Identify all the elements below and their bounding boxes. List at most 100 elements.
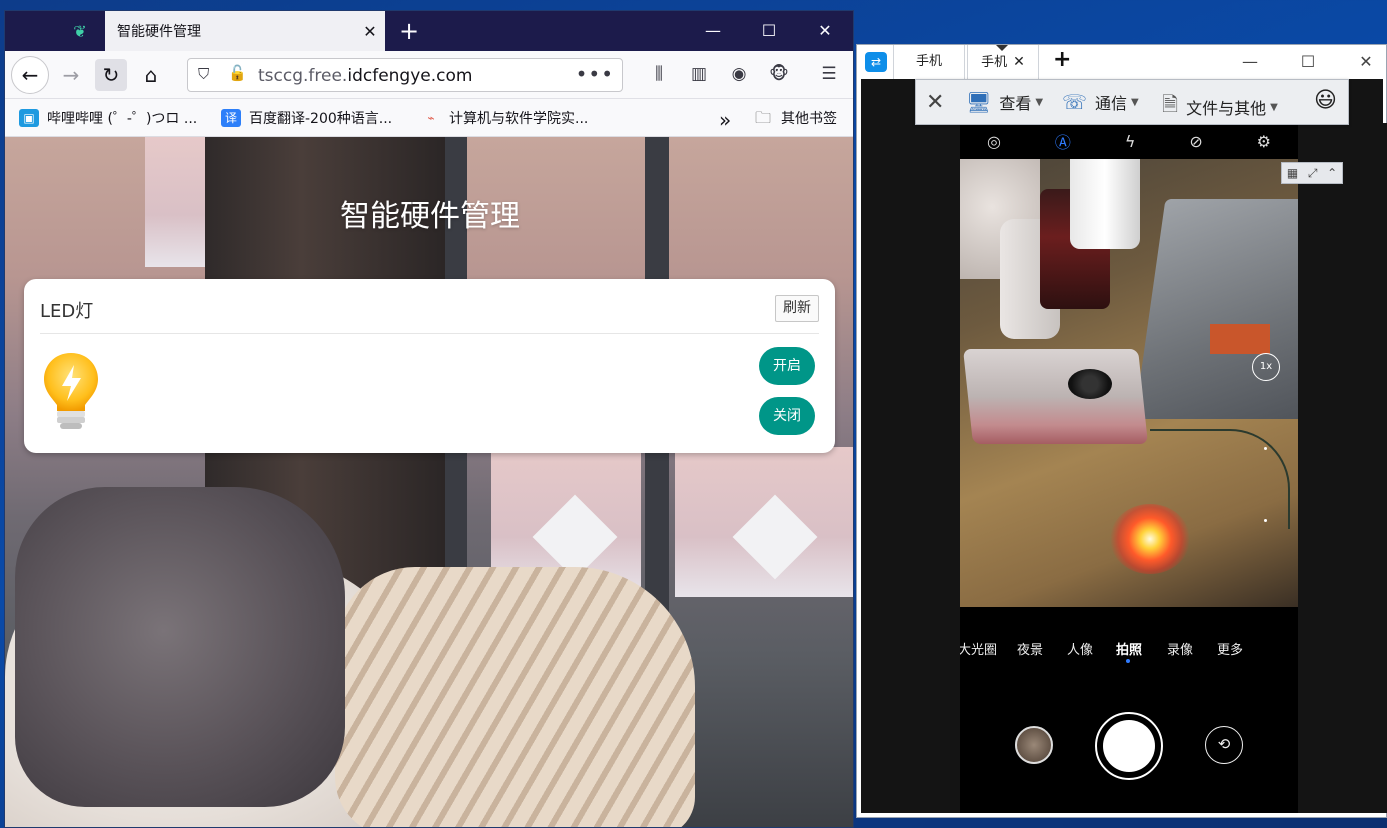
mode-video[interactable]: 录像 [1167, 639, 1193, 658]
bookmark-item[interactable]: ⌁ 计算机与软件学院实... [421, 108, 588, 128]
live-photo-icon[interactable]: ⊘ [1189, 132, 1202, 151]
camera-viewfinder[interactable]: 1x [960, 159, 1298, 607]
bookmarks-toolbar: ▣ 哔哩哔哩 (゜-゜)つロ ... 译 百度翻译-200种语言... ⌁ 计算… [5, 99, 853, 137]
turn-off-button[interactable]: 关闭 [759, 397, 815, 435]
browser-tab-bar: ❦ 智能硬件管理 ✕ + — ☐ ✕ [5, 11, 853, 51]
monitor-icon: 🖥 [966, 90, 992, 114]
zoom-dot [1264, 447, 1267, 450]
folder-icon: 🗀 [754, 108, 771, 127]
url-host-prefix: tsccg.free. [258, 66, 348, 86]
active-mode-indicator [1126, 659, 1130, 663]
grid-icon[interactable]: ▦ [1287, 166, 1298, 180]
tab-label: 手机 [915, 54, 942, 69]
toolbar-mini-controls: ▦ ⤢ ⌃ [1281, 162, 1343, 184]
new-tab-button[interactable]: + [395, 17, 423, 45]
back-button[interactable]: ← [11, 56, 49, 94]
minimize-button[interactable]: — [685, 11, 741, 51]
fullscreen-icon[interactable]: ⤢ [1308, 166, 1318, 181]
home-button[interactable]: ⌂ [135, 59, 167, 91]
tab-close-icon[interactable]: ✕ [355, 22, 385, 41]
bookmarks-overflow-button[interactable]: » [719, 108, 731, 132]
ai-mode-icon[interactable]: Ⓐ [1055, 129, 1071, 153]
other-bookmarks[interactable]: 🗀 其他书签 [753, 108, 837, 128]
mode-aperture[interactable]: 大光圈 [960, 639, 997, 658]
feedback-emoji-icon[interactable]: 😃 [1314, 88, 1337, 113]
url-bar[interactable]: ⛉ 🔓 tsccg.free.idcfengye.com ••• [187, 58, 623, 92]
bookmark-item[interactable]: 译 百度翻译-200种语言... [221, 108, 392, 128]
communicate-menu[interactable]: ☏ 通信 ▼ [1062, 90, 1139, 114]
camera-filter-icon[interactable]: ◎ [987, 132, 1001, 151]
led-glow-in-view [1110, 504, 1190, 574]
mode-portrait[interactable]: 人像 [1067, 639, 1093, 658]
shutter-button[interactable] [1103, 720, 1155, 772]
navigation-toolbar: ← → ↻ ⌂ ⛉ 🔓 tsccg.free.idcfengye.com •••… [5, 51, 853, 99]
maximize-button[interactable]: ☐ [1280, 45, 1336, 79]
tab-label: 手机 [981, 55, 1008, 70]
camera-top-bar: ◎ Ⓐ ϟ ⊘ ⚙ [960, 123, 1298, 159]
close-window-button[interactable]: ✕ [1338, 45, 1387, 79]
end-session-button[interactable]: ✕ [926, 90, 944, 115]
url-text[interactable]: tsccg.free.idcfengye.com [258, 66, 472, 86]
refresh-button[interactable]: 刷新 [775, 295, 819, 322]
phone-icon: ☏ [1062, 90, 1088, 114]
close-icon: ✕ [926, 90, 945, 115]
screen-margin [865, 123, 960, 813]
laptop-in-view [1134, 199, 1298, 419]
library-icon[interactable]: ⫼ [647, 64, 671, 86]
pinned-tab[interactable]: ❦ [55, 11, 105, 51]
home-icon: ⌂ [144, 63, 158, 87]
card-title: LED灯 [40, 301, 94, 322]
extension-icon[interactable]: 🐵 [767, 64, 791, 86]
bookmark-label: 哔哩哔哩 (゜-゜)つロ ... [47, 111, 198, 127]
divider [40, 333, 819, 334]
mode-photo[interactable]: 拍照 [1116, 639, 1142, 658]
collapse-toolbar-icon[interactable]: ⌃ [1327, 166, 1337, 180]
bookmark-item[interactable]: ▣ 哔哩哔哩 (゜-゜)つロ ... [19, 108, 197, 128]
tab-phone-1[interactable]: 手机 [893, 45, 965, 79]
turn-on-button[interactable]: 开启 [759, 347, 815, 385]
mode-more[interactable]: 更多 [1217, 639, 1243, 658]
phone-screen: ◎ Ⓐ ϟ ⊘ ⚙ 1x 大光圈 夜景 人像 拍照 录像 更多 ⟲ [960, 123, 1298, 813]
tab-phone-2[interactable]: 手机 ✕ [967, 45, 1039, 79]
settings-gear-icon[interactable]: ⚙ [1257, 132, 1271, 151]
zoom-dot [1264, 519, 1267, 522]
chevron-down-icon: ▼ [1131, 96, 1139, 108]
account-icon[interactable]: ◉ [727, 64, 751, 86]
page-title: 智能硬件管理 [340, 199, 520, 234]
files-label: 文件与其他 [1186, 99, 1267, 118]
shield-icon[interactable]: ⛉ [198, 65, 209, 83]
gallery-thumbnail[interactable] [1015, 726, 1053, 764]
flash-off-icon[interactable]: ϟ [1125, 132, 1136, 151]
reload-icon: ↻ [102, 63, 120, 87]
close-window-button[interactable]: ✕ [797, 11, 853, 51]
sidebar-icon[interactable]: ▥ [687, 64, 711, 86]
teamviewer-logo-icon: ⇄ [865, 52, 887, 72]
other-bookmarks-label: 其他书签 [781, 111, 837, 127]
menu-icon[interactable]: ☰ [817, 64, 841, 86]
forward-button[interactable]: → [55, 59, 87, 91]
page-actions-button[interactable]: ••• [576, 62, 614, 86]
sticker-in-view [1210, 324, 1270, 354]
switch-camera-icon[interactable]: ⟲ [1205, 726, 1243, 764]
raspberry-pi-case-in-view [963, 349, 1148, 444]
maximize-button[interactable]: ☐ [741, 11, 797, 51]
camera-mode-bar: 大光圈 夜景 人像 拍照 录像 更多 [960, 639, 1298, 663]
insecure-lock-icon[interactable]: 🔓 [228, 64, 247, 82]
tab-close-icon[interactable]: ✕ [1013, 54, 1025, 70]
zoom-button[interactable]: 1x [1252, 353, 1280, 381]
new-connection-button[interactable]: + [1053, 47, 1071, 72]
baidu-translate-icon: 译 [221, 109, 241, 127]
arrow-left-icon: ← [21, 63, 39, 87]
minimize-button[interactable]: — [1222, 45, 1278, 79]
reload-button[interactable]: ↻ [95, 59, 127, 91]
browser-window: ❦ 智能硬件管理 ✕ + — ☐ ✕ ← → ↻ ⌂ ⛉ 🔓 tsccg.fre… [4, 10, 854, 828]
files-menu[interactable]: 🗎 文件与其他 ▼ [1162, 90, 1278, 124]
bilibili-icon: ▣ [19, 109, 39, 127]
view-label: 查看 [999, 94, 1032, 113]
mode-night[interactable]: 夜景 [1017, 639, 1043, 658]
url-host-main: idcfengye.com [347, 66, 473, 86]
view-menu[interactable]: 🖥 查看 ▼ [966, 90, 1043, 114]
file-transfer-icon: 🗎 [1162, 92, 1179, 116]
tab-active[interactable]: 智能硬件管理 ✕ [105, 11, 385, 51]
cooling-fan-in-view [1068, 369, 1112, 399]
